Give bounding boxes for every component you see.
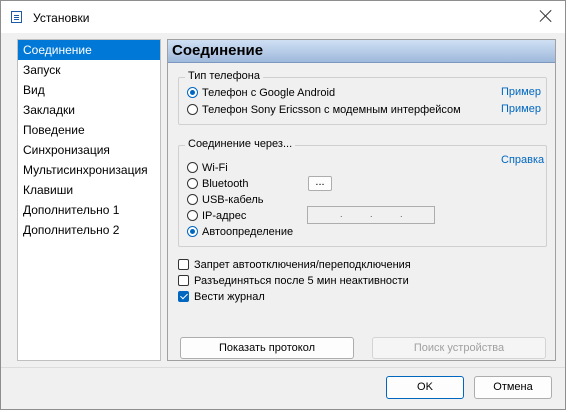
no-auto-disconnect-option[interactable]: Запрет автоотключения/переподключения <box>178 257 411 273</box>
panel-title: Соединение <box>168 40 555 63</box>
sidebar-item-behavior[interactable]: Поведение <box>18 120 160 140</box>
android-example-link[interactable]: Пример <box>501 86 541 98</box>
no-auto-disconnect-label: Запрет автоотключения/переподключения <box>194 259 411 271</box>
sidebar-item-multisync[interactable]: Мультисинхронизация <box>18 160 160 180</box>
app-icon <box>11 11 22 23</box>
keep-log-option[interactable]: Вести журнал <box>178 289 265 305</box>
ok-button[interactable]: OK <box>386 376 464 399</box>
sidebar-item-connection[interactable]: Соединение <box>18 40 160 60</box>
sony-ericsson-example-link[interactable]: Пример <box>501 103 541 115</box>
auto-detect-label: Автоопределение <box>202 226 294 238</box>
ip-address-field[interactable]: . . . <box>307 206 435 224</box>
auto-detect-option[interactable]: Автоопределение <box>187 224 293 240</box>
ip-label: IP-адрес <box>202 210 247 222</box>
android-option[interactable]: Телефон с Google Android <box>187 85 335 101</box>
sony-ericsson-option[interactable]: Телефон Sony Ericsson с модемным интерфе… <box>187 102 461 118</box>
window-title: Установки <box>33 11 90 25</box>
sidebar-item-bookmarks[interactable]: Закладки <box>18 100 160 120</box>
android-label: Телефон с Google Android <box>202 87 336 99</box>
connection-panel: Соединение Тип телефона Телефон с Google… <box>167 39 556 361</box>
keep-log-label: Вести журнал <box>194 291 265 303</box>
ip-option[interactable]: IP-адрес <box>187 208 246 224</box>
usb-option[interactable]: USB-кабель <box>187 192 264 208</box>
idle-disconnect-label: Разъединяться после 5 мин неактивности <box>194 275 409 287</box>
bluetooth-option[interactable]: Bluetooth <box>187 176 248 192</box>
category-list: Соединение Запуск Вид Закладки Поведение… <box>17 39 161 361</box>
sidebar-item-sync[interactable]: Синхронизация <box>18 140 160 160</box>
auto-detect-radio[interactable] <box>187 226 198 237</box>
sidebar-item-keys[interactable]: Клавиши <box>18 180 160 200</box>
ip-dot-1: . <box>340 209 343 219</box>
idle-disconnect-checkbox[interactable] <box>178 275 189 286</box>
keep-log-checkbox[interactable] <box>178 291 189 302</box>
bluetooth-radio[interactable] <box>187 178 198 189</box>
wifi-radio[interactable] <box>187 162 198 173</box>
bluetooth-browse-button[interactable]: ... <box>308 176 332 191</box>
sidebar-item-view[interactable]: Вид <box>18 80 160 100</box>
close-icon[interactable] <box>539 9 553 23</box>
show-log-button[interactable]: Показать протокол <box>180 337 354 359</box>
sony-ericsson-radio[interactable] <box>187 104 198 115</box>
phone-type-group: Тип телефона Телефон с Google Android Пр… <box>178 70 547 125</box>
connection-via-title: Соединение через... <box>185 138 296 150</box>
find-device-button[interactable]: Поиск устройства <box>372 337 546 359</box>
sony-ericsson-label: Телефон Sony Ericsson с модемным интерфе… <box>202 104 461 116</box>
footer-separator <box>1 367 565 368</box>
sidebar-item-startup[interactable]: Запуск <box>18 60 160 80</box>
android-radio[interactable] <box>187 87 198 98</box>
settings-window: Установки Соединение Запуск Вид Закладки… <box>0 0 566 410</box>
title-bar: Установки <box>1 1 565 33</box>
connection-via-group: Соединение через... Справка Wi-Fi Blueto… <box>178 138 547 247</box>
help-link[interactable]: Справка <box>501 154 544 166</box>
sidebar-item-advanced-1[interactable]: Дополнительно 1 <box>18 200 160 220</box>
bluetooth-label: Bluetooth <box>202 178 249 190</box>
phone-type-title: Тип телефона <box>185 70 263 82</box>
idle-disconnect-option[interactable]: Разъединяться после 5 мин неактивности <box>178 273 409 289</box>
no-auto-disconnect-checkbox[interactable] <box>178 259 189 270</box>
usb-label: USB-кабель <box>202 194 264 206</box>
sidebar-item-advanced-2[interactable]: Дополнительно 2 <box>18 220 160 240</box>
wifi-label: Wi-Fi <box>202 162 228 174</box>
cancel-button[interactable]: Отмена <box>474 376 552 399</box>
wifi-option[interactable]: Wi-Fi <box>187 160 228 176</box>
ip-dot-2: . <box>370 209 373 219</box>
ip-dot-3: . <box>400 209 403 219</box>
ip-radio[interactable] <box>187 210 198 221</box>
usb-radio[interactable] <box>187 194 198 205</box>
